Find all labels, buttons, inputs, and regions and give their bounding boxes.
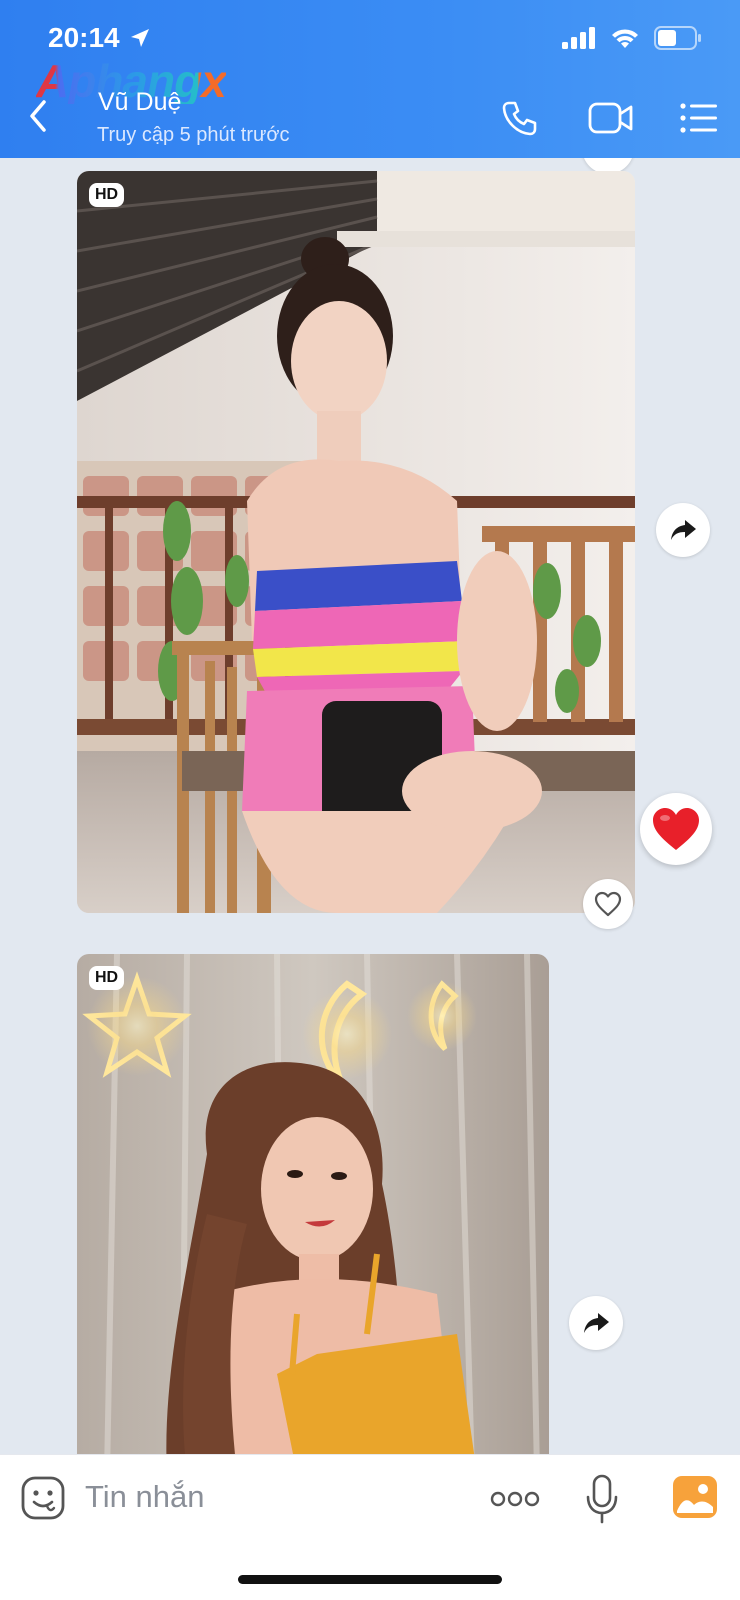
back-button[interactable] <box>24 96 54 136</box>
heart-reaction-button[interactable] <box>640 793 712 865</box>
more-options-button[interactable] <box>490 1485 540 1513</box>
status-time-text: 20:14 <box>48 22 120 53</box>
like-button-1[interactable] <box>583 879 633 929</box>
photo-message-2[interactable]: HD <box>77 954 549 1454</box>
sticker-smiley-icon <box>21 1476 65 1520</box>
contact-name[interactable]: Vũ Duệ <box>98 88 181 117</box>
phone-icon <box>502 101 537 136</box>
voice-call-button[interactable] <box>498 96 542 140</box>
battery-icon <box>654 26 701 50</box>
forward-button-2[interactable] <box>569 1296 623 1350</box>
home-indicator <box>238 1575 502 1584</box>
chat-messages[interactable]: HD HD <box>0 158 740 1454</box>
video-camera-icon <box>588 102 633 134</box>
photo-image <box>77 954 549 1454</box>
image-icon <box>673 1476 717 1518</box>
photo-message-1[interactable]: HD <box>77 171 635 913</box>
forward-button-1[interactable] <box>656 503 710 557</box>
status-time: 20:14 <box>48 22 152 54</box>
more-dots-icon <box>490 1491 540 1507</box>
location-arrow-icon <box>130 29 149 47</box>
cellular-signal-icon <box>562 27 595 49</box>
share-arrow-icon <box>584 1313 609 1333</box>
image-gallery-button[interactable] <box>672 1475 718 1519</box>
photo-image <box>77 171 635 913</box>
microphone-icon <box>586 1474 618 1524</box>
voice-message-button[interactable] <box>584 1473 620 1525</box>
chevron-left-icon <box>30 100 46 132</box>
wifi-icon <box>612 29 638 48</box>
message-input[interactable]: Tin nhắn <box>85 1479 205 1515</box>
status-icons <box>562 26 702 50</box>
chat-header: 20:14 Aphangx Vũ Duệ Truy cập 5 phút trư… <box>0 0 740 158</box>
share-arrow-icon <box>671 520 696 540</box>
sticker-button[interactable] <box>20 1475 66 1521</box>
last-seen-status: Truy cập 5 phút trước <box>97 124 290 146</box>
video-call-button[interactable] <box>587 96 635 140</box>
hd-badge: HD <box>89 966 125 990</box>
red-heart-icon <box>653 808 699 850</box>
list-menu-icon <box>680 103 717 133</box>
heart-outline-icon <box>594 891 622 917</box>
hd-badge: HD <box>89 183 125 207</box>
chat-menu-button[interactable] <box>677 96 721 140</box>
